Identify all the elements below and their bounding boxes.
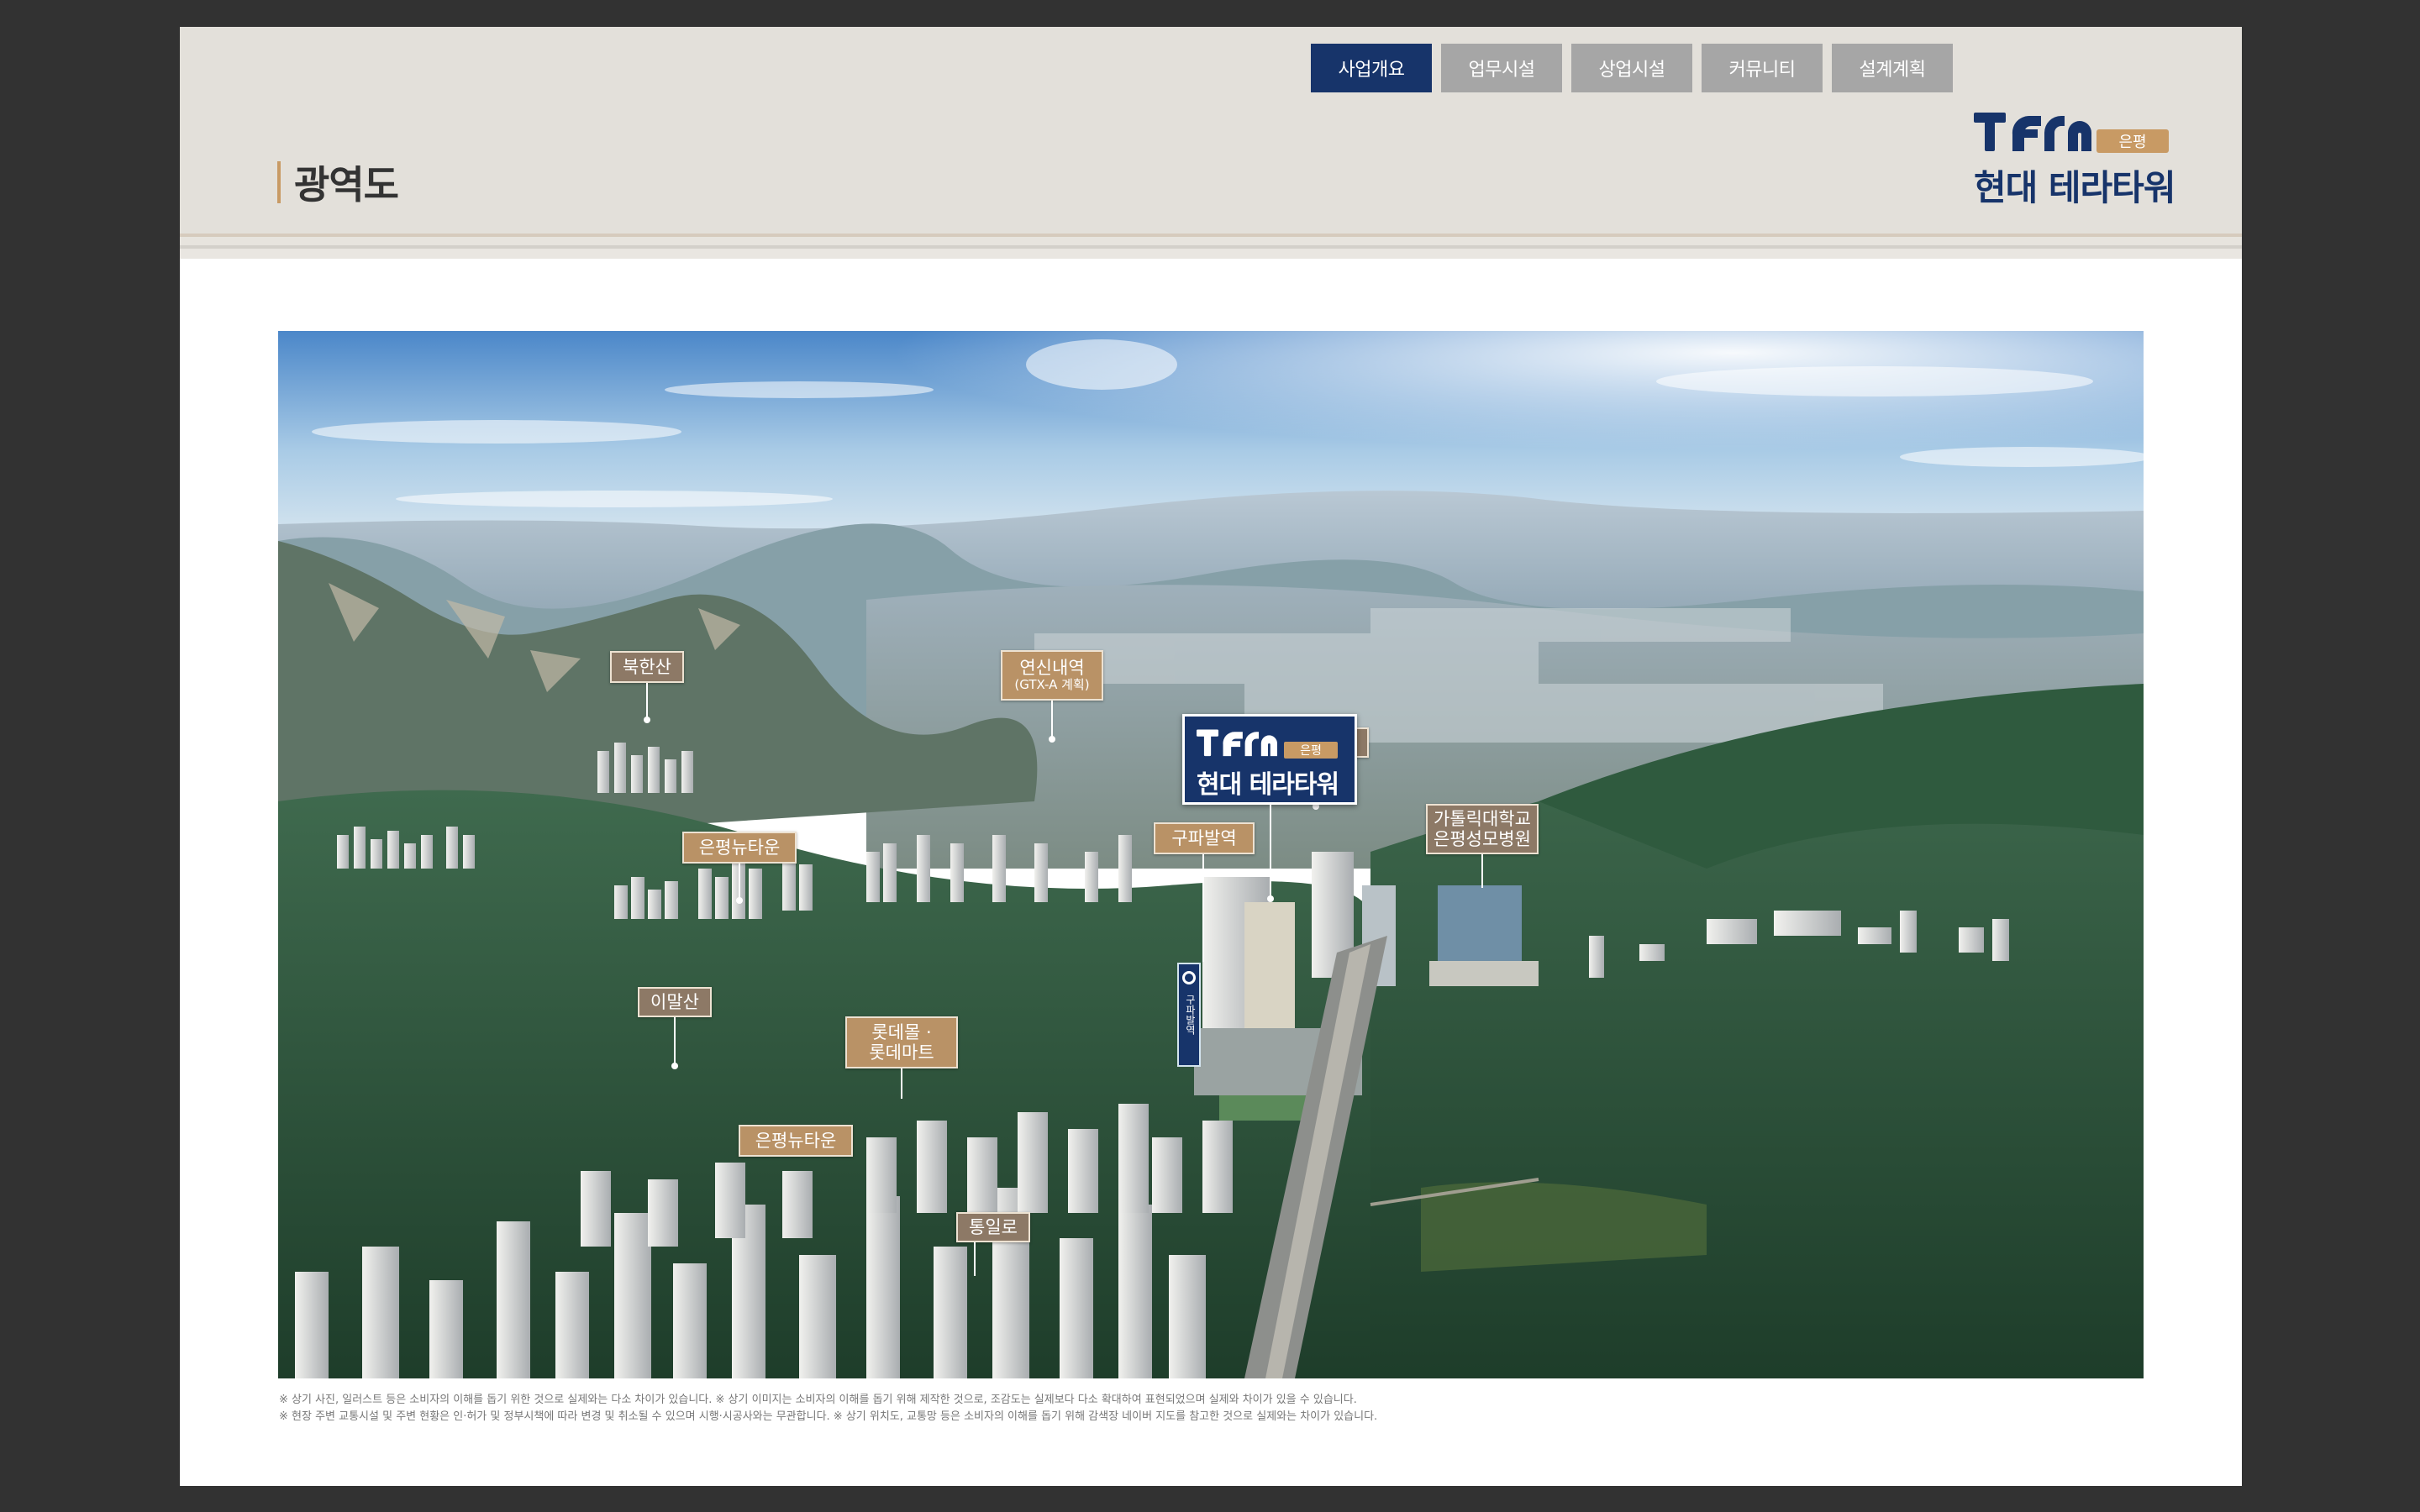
page-title: 광역도 (294, 162, 399, 207)
map-pin-line (974, 1242, 976, 1276)
brand-logo[interactable]: 은평 현대 테라타워 (1974, 109, 2175, 208)
map-pin-line (901, 1068, 902, 1099)
map-pin-line (1051, 701, 1053, 739)
tower-station-sign: 구파발역 (1177, 963, 1201, 1067)
map-label-line: 롯데몰 · (871, 1021, 932, 1042)
tab-community[interactable]: 커뮤니티 (1702, 44, 1823, 92)
tab-office-facilities[interactable]: 업무시설 (1441, 44, 1562, 92)
project-label-badge: 은평 (1284, 742, 1338, 759)
map-pin-dot (1267, 895, 1274, 902)
map-label-imalsan: 이말산 (638, 987, 712, 1017)
map-label-bukhansan: 북한산 (610, 651, 684, 683)
project-label-name: 현대 테라타워 (1197, 770, 1339, 800)
map-label-tongilro: 통일로 (956, 1212, 1030, 1242)
map-pin-line (1202, 854, 1204, 962)
tower-sign-text: 구파발역 (1184, 995, 1197, 1035)
tab-commercial-facilities[interactable]: 상업시설 (1571, 44, 1692, 92)
map-pin-dot (644, 717, 650, 723)
aerial-photo-illustration (278, 331, 2144, 1378)
map-pin-line (1270, 805, 1271, 899)
logo-badge: 은평 (2096, 129, 2169, 153)
terra-logo-mark-icon (1974, 113, 2091, 151)
header-divider (180, 237, 2242, 245)
logo-name: 현대 테라타워 (1974, 167, 2175, 208)
map-pin-dot (1049, 736, 1055, 743)
map-pin-line (1481, 854, 1483, 888)
map-label-line: 은평성모병원 (1434, 829, 1531, 849)
page-container: 사업개요 업무시설 상업시설 커뮤니티 설계계획 광역도 은평 현대 테라타워 … (180, 27, 2242, 1486)
map-label-gupabal-station: 구파발역 (1154, 822, 1255, 854)
map-label-line: 연신내역 (1019, 658, 1085, 679)
tab-business-overview[interactable]: 사업개요 (1311, 44, 1432, 92)
map-label-eunpyeong-newtown-south: 은평뉴타운 (739, 1125, 853, 1157)
map-label-catholic-hospital: 가톨릭대학교 은평성모병원 (1426, 804, 1539, 854)
aerial-map-image: 북한산 연신내역 (GTX-A 계획) 서오릉 은평 (278, 331, 2144, 1378)
disclaimer-line: ※ 현장 주변 교통시설 및 주변 현황은 인·허가 및 정부시책에 따라 변경… (279, 1410, 1378, 1423)
disclaimer-notes: ※ 상기 사진, 일러스트 등은 소비자의 이해를 돕기 위한 것으로 실제와는… (279, 1392, 1377, 1425)
header-divider (180, 249, 2242, 259)
map-pin-dot (736, 897, 743, 904)
map-label-line: 롯데마트 (869, 1042, 934, 1063)
project-main-label[interactable]: 은평 현대 테라타워 (1182, 714, 1357, 805)
map-label-eunpyeong-newtown-north: 은평뉴타운 (682, 832, 797, 864)
map-pin-line (646, 683, 648, 720)
map-label-line: 가톨릭대학교 (1434, 808, 1531, 829)
map-pin-dot (671, 1063, 678, 1069)
page-title-group: 광역도 (277, 155, 399, 210)
map-label-subline: (GTX-A 계획) (1014, 677, 1090, 693)
title-accent-bar (277, 161, 281, 203)
tab-design-plan[interactable]: 설계계획 (1832, 44, 1953, 92)
terra-logo-mark-icon (1197, 729, 1277, 757)
station-ring-icon (1182, 971, 1196, 984)
map-pin-line (674, 1017, 676, 1066)
disclaimer-line: ※ 상기 사진, 일러스트 등은 소비자의 이해를 돕기 위한 것으로 실제와는… (279, 1394, 1357, 1406)
page-header: 사업개요 업무시설 상업시설 커뮤니티 설계계획 광역도 은평 현대 테라타워 (180, 27, 2242, 234)
map-label-yeonsinnae-station: 연신내역 (GTX-A 계획) (1001, 650, 1103, 701)
top-nav: 사업개요 업무시설 상업시설 커뮤니티 설계계획 (1311, 44, 1953, 92)
map-pin-line (739, 864, 740, 900)
map-label-lotte-mall: 롯데몰 · 롯데마트 (845, 1016, 958, 1068)
